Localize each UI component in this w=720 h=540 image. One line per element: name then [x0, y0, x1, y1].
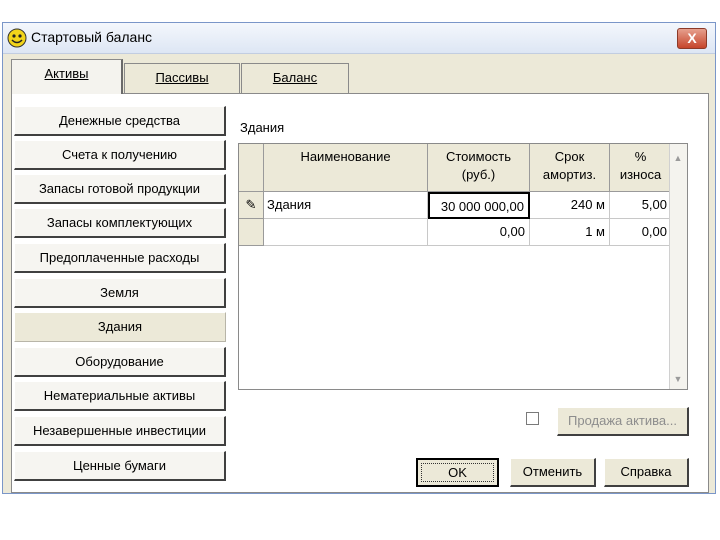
row-indicator-edit-icon[interactable]: ✎ [239, 192, 264, 219]
cancel-button[interactable]: Отменить [510, 458, 596, 487]
category-label: Предоплаченные расходы [39, 250, 200, 265]
column-header-wear-percent[interactable]: % износа [610, 144, 672, 192]
ok-button[interactable]: OK [416, 458, 499, 487]
tab-assets[interactable]: Активы [11, 59, 123, 94]
category-button-securities[interactable]: Ценные бумаги [14, 451, 226, 481]
help-button[interactable]: Справка [604, 458, 689, 487]
category-label: Оборудование [75, 354, 164, 369]
focus-rectangle [421, 463, 494, 482]
vertical-scrollbar[interactable]: ▲ ▼ [669, 144, 687, 389]
category-button-finished-goods[interactable]: Запасы готовой продукции [14, 174, 226, 204]
scroll-down-icon[interactable]: ▼ [672, 373, 684, 385]
button-label: Отменить [522, 464, 583, 479]
table-cell-wear[interactable]: 0,00 [610, 219, 672, 246]
table-cell-cost[interactable]: 30 000 000,00 [428, 192, 530, 219]
category-label: Незавершенные инвестиции [32, 423, 207, 438]
column-header-cost[interactable]: Стоимость (руб.) [428, 144, 530, 192]
title-bar[interactable]: Стартовый баланс X [3, 23, 715, 54]
table-cell-cost[interactable]: 0,00 [428, 219, 530, 246]
sell-asset-button[interactable]: Продажа актива... [557, 407, 689, 436]
close-icon: X [687, 30, 697, 46]
category-button-land[interactable]: Земля [14, 278, 226, 308]
button-label: Справка [620, 464, 672, 479]
table-cell-name[interactable] [264, 219, 428, 246]
category-label: Здания [97, 319, 143, 334]
category-label: Запасы комплектующих [46, 215, 193, 230]
tab-label: Пассивы [155, 70, 209, 85]
category-button-equipment[interactable]: Оборудование [14, 347, 226, 377]
category-button-cash[interactable]: Денежные средства [14, 106, 226, 136]
column-header-name[interactable]: Наименование [264, 144, 428, 192]
tab-balance[interactable]: Баланс [241, 63, 349, 93]
group-label: Здания [240, 120, 285, 135]
tab-liabilities[interactable]: Пассивы [124, 63, 240, 93]
app-icon [7, 28, 27, 48]
table-cell-term[interactable]: 240 м [530, 192, 610, 219]
button-label: Продажа актива... [568, 413, 677, 428]
column-header-depreciation-term[interactable]: Срок амортиз. [530, 144, 610, 192]
category-button-prepaid-expenses[interactable]: Предоплаченные расходы [14, 243, 226, 273]
category-label: Денежные средства [58, 113, 181, 128]
category-label: Земля [100, 285, 139, 300]
table-cell-term[interactable]: 1 м [530, 219, 610, 246]
tab-label: Баланс [272, 70, 318, 85]
grid-corner-header [239, 144, 264, 192]
table-cell-name[interactable]: Здания [264, 192, 428, 219]
window-title: Стартовый баланс [31, 29, 153, 45]
category-button-construction-in-progress[interactable]: Незавершенные инвестиции [14, 416, 226, 446]
category-button-intangible-assets[interactable]: Нематериальные активы [14, 381, 226, 411]
tab-label: Активы [44, 66, 89, 81]
scroll-up-icon[interactable]: ▲ [672, 152, 684, 164]
category-button-buildings[interactable]: Здания [14, 312, 226, 342]
category-label: Счета к получению [61, 147, 178, 162]
close-button[interactable]: X [677, 28, 707, 49]
assets-grid[interactable]: Наименование Стоимость (руб.) Срок аморт… [238, 143, 688, 390]
category-button-components[interactable]: Запасы комплектующих [14, 208, 226, 238]
category-label: Запасы готовой продукции [38, 181, 201, 196]
category-button-receivables[interactable]: Счета к получению [14, 140, 226, 170]
sell-asset-checkbox[interactable] [526, 412, 539, 425]
row-indicator[interactable] [239, 219, 264, 246]
category-label: Нематериальные активы [43, 388, 196, 403]
category-label: Ценные бумаги [72, 458, 167, 473]
table-cell-wear[interactable]: 5,00 [610, 192, 672, 219]
